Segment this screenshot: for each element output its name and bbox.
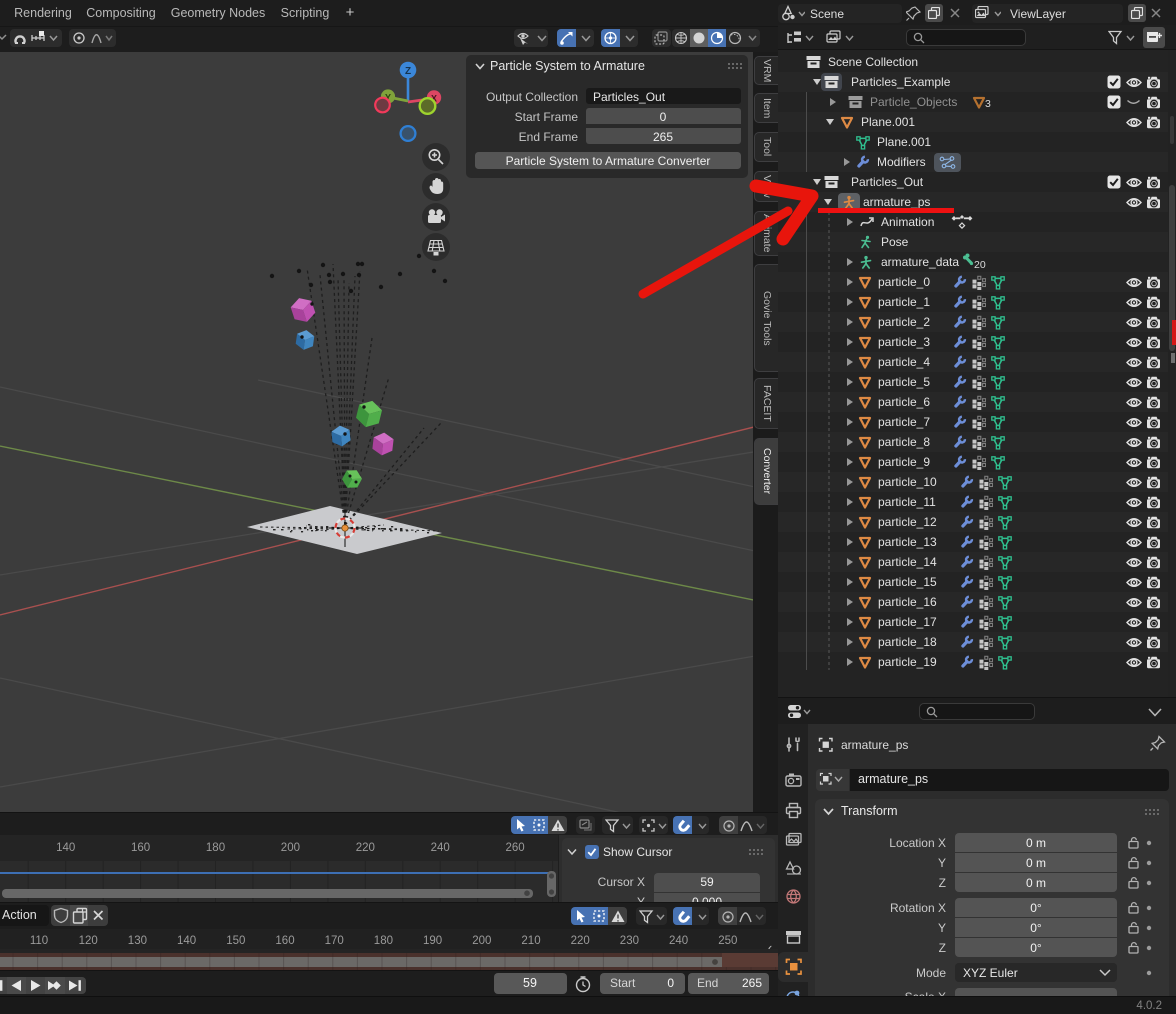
svg-text:Z: Z — [405, 66, 411, 77]
